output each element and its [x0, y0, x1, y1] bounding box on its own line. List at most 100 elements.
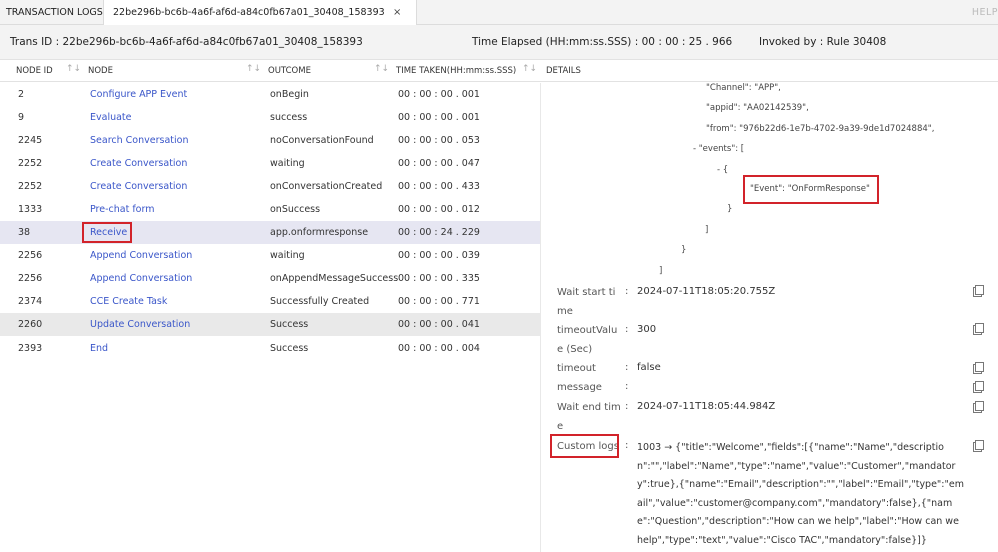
timeout-value: false — [637, 362, 661, 373]
copy-icon[interactable] — [973, 381, 984, 393]
copy-icon[interactable] — [973, 285, 984, 297]
time-cell: 00 : 00 : 00 . 041 — [398, 319, 480, 330]
json-line-object-close: } — [727, 204, 733, 214]
copy-icon[interactable] — [973, 440, 984, 452]
outcome-cell: Success — [270, 343, 309, 354]
column-header-node[interactable]: NODE — [88, 66, 113, 76]
outcome-cell: onBegin — [270, 89, 309, 100]
highlight-box — [82, 222, 132, 243]
wait-start-time-label: Wait start time — [557, 287, 616, 317]
column-headers: NODE ID ↑↓ NODE ↑↓ OUTCOME ↑↓ TIME TAKEN… — [0, 60, 998, 82]
colon: : — [625, 440, 629, 451]
node-link[interactable]: Update Conversation — [90, 319, 190, 330]
time-cell: 00 : 00 : 00 . 012 — [398, 204, 480, 215]
json-line-from: "from": "976b22d6-1e7b-4702-9a39-9de1d70… — [706, 124, 935, 134]
table-row[interactable]: 1333 Pre-chat form onSuccess 00 : 00 : 0… — [0, 198, 540, 221]
table-row[interactable]: 2252 Create Conversation waiting 00 : 00… — [0, 152, 540, 175]
outcome-cell: onSuccess — [270, 204, 321, 215]
message-label: message — [557, 382, 602, 393]
wait-end-time-label: Wait end time — [557, 402, 621, 432]
node-id-cell: 1333 — [18, 204, 43, 215]
node-link[interactable]: Append Conversation — [90, 250, 192, 261]
table-row[interactable]: 2256 Append Conversation waiting 00 : 00… — [0, 244, 540, 267]
time-cell: 00 : 00 : 00 . 039 — [398, 250, 480, 261]
node-id-cell: 9 — [18, 112, 25, 123]
help-link[interactable]: HELP — [972, 0, 998, 25]
tab-transaction-logs[interactable]: TRANSACTION LOGS — [0, 0, 104, 25]
colon: : — [625, 362, 629, 373]
table-row[interactable]: 2245 Search Conversation noConversationF… — [0, 129, 540, 152]
table-row-selected[interactable]: 38 Receive app.onformresponse 00 : 00 : … — [0, 221, 540, 244]
tab-transaction-detail[interactable]: 22be296b-bc6b-4a6f-af6d-a84c0fb67a01_304… — [104, 0, 417, 25]
outcome-cell: onAppendMessageSuccess — [270, 273, 399, 284]
node-link[interactable]: Create Conversation — [90, 158, 187, 169]
table-row[interactable]: 2374 CCE Create Task Successfully Create… — [0, 290, 540, 313]
wait-start-time-value: 2024-07-11T18:05:20.755Z — [637, 286, 776, 297]
column-header-node-id[interactable]: NODE ID — [16, 66, 53, 76]
time-cell: 00 : 00 : 00 . 047 — [398, 158, 480, 169]
node-link[interactable]: Pre-chat form — [90, 204, 155, 215]
node-id-cell: 2374 — [18, 296, 43, 307]
node-link[interactable]: Append Conversation — [90, 273, 192, 284]
time-cell: 00 : 00 : 00 . 335 — [398, 273, 480, 284]
outcome-cell: Success — [270, 319, 309, 330]
json-line-object-open[interactable]: - { — [717, 165, 728, 175]
colon: : — [625, 286, 629, 297]
time-elapsed: Time Elapsed (HH:mm:ss.SSS) : 00 : 00 : … — [472, 36, 733, 48]
node-link[interactable]: Configure APP Event — [90, 89, 187, 100]
node-id-cell: 2260 — [18, 319, 43, 330]
node-id-cell: 2 — [18, 89, 25, 100]
timeout-value-value: 300 — [637, 324, 657, 335]
table-row[interactable]: 2252 Create Conversation onConversationC… — [0, 175, 540, 198]
node-link[interactable]: CCE Create Task — [90, 296, 167, 307]
transaction-info-bar: Trans ID : 22be296b-bc6b-4a6f-af6d-a84c0… — [0, 25, 998, 60]
tab-transaction-detail-label: 22be296b-bc6b-4a6f-af6d-a84c0fb67a01_304… — [113, 7, 385, 18]
sort-icon[interactable]: ↑↓ — [522, 64, 537, 74]
outcome-cell: app.onformresponse — [270, 227, 369, 238]
tab-bar: TRANSACTION LOGS 22be296b-bc6b-4a6f-af6d… — [0, 0, 998, 25]
outcome-cell: onConversationCreated — [270, 181, 383, 192]
details-panel: "Channel": "APP", "appid": "AA02142539",… — [541, 83, 998, 552]
highlight-box — [550, 434, 619, 458]
outcome-cell: Successfully Created — [270, 296, 370, 307]
table-row[interactable]: 9 Evaluate success 00 : 00 : 00 . 001 — [0, 106, 540, 129]
table-row[interactable]: 2393 End Success 00 : 00 : 00 . 004 — [0, 337, 540, 360]
sort-icon[interactable]: ↑↓ — [66, 64, 81, 74]
colon: : — [625, 381, 629, 392]
node-id-cell: 2252 — [18, 181, 43, 192]
node-id-cell: 38 — [18, 227, 31, 238]
node-link[interactable]: End — [90, 343, 108, 354]
table-row[interactable]: 2256 Append Conversation onAppendMessage… — [0, 267, 540, 290]
json-line-outer-close: } — [681, 245, 687, 255]
sort-icon[interactable]: ↑↓ — [246, 64, 261, 74]
node-link[interactable]: Search Conversation — [90, 135, 188, 146]
column-header-time-taken[interactable]: TIME TAKEN(HH:mm:ss.SSS) — [396, 66, 516, 76]
table-row[interactable]: 2 Configure APP Event onBegin 00 : 00 : … — [0, 83, 540, 106]
wait-end-time-value: 2024-07-11T18:05:44.984Z — [637, 401, 776, 412]
json-line-final-close: ] — [659, 266, 663, 276]
outcome-cell: success — [270, 112, 308, 123]
copy-icon[interactable] — [973, 401, 984, 413]
time-cell: 00 : 00 : 00 . 001 — [398, 89, 480, 100]
time-cell: 00 : 00 : 00 . 001 — [398, 112, 480, 123]
column-header-details: DETAILS — [546, 66, 581, 76]
timeout-label: timeout — [557, 363, 596, 374]
invoked-by: Invoked by : Rule 30408 — [759, 36, 887, 48]
table-row[interactable]: 2260 Update Conversation Success 00 : 00… — [0, 313, 540, 336]
node-id-cell: 2393 — [18, 343, 43, 354]
json-line-events[interactable]: - "events": [ — [693, 144, 744, 154]
column-header-outcome[interactable]: OUTCOME — [268, 66, 311, 76]
copy-icon[interactable] — [973, 362, 984, 374]
node-link[interactable]: Create Conversation — [90, 181, 187, 192]
outcome-cell: waiting — [270, 250, 305, 261]
node-id-cell: 2245 — [18, 135, 43, 146]
highlight-box — [743, 175, 879, 204]
node-id-cell: 2256 — [18, 273, 43, 284]
outcome-cell: noConversationFound — [270, 135, 374, 146]
node-link[interactable]: Evaluate — [90, 112, 132, 123]
copy-icon[interactable] — [973, 323, 984, 335]
json-line-channel: "Channel": "APP", — [706, 83, 781, 93]
close-icon[interactable]: × — [393, 0, 401, 25]
colon: : — [625, 324, 629, 335]
sort-icon[interactable]: ↑↓ — [374, 64, 389, 74]
